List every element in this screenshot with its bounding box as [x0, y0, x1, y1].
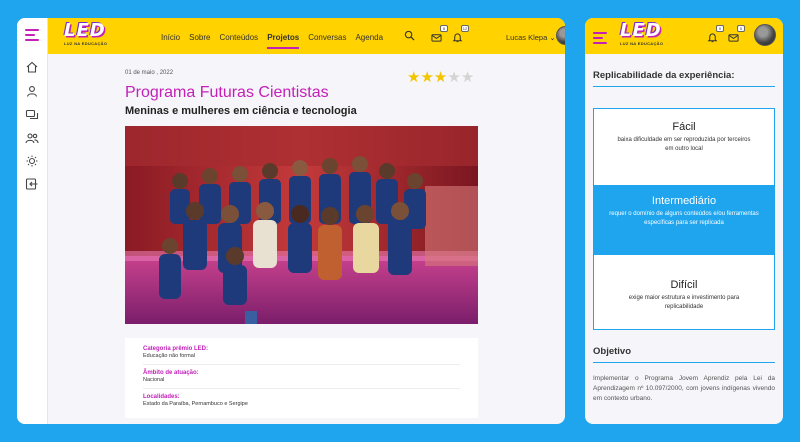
- info-row: Localidades: Estado da Paraíba, Pernambu…: [143, 394, 460, 412]
- main-nav: Início Sobre Conteúdos Projetos Conversa…: [161, 33, 392, 49]
- side-rail: [17, 18, 48, 424]
- info-value: Educação não formal: [143, 353, 195, 359]
- messages-button[interactable]: 5: [431, 25, 448, 42]
- menu-icon[interactable]: [25, 29, 39, 44]
- option-dificil[interactable]: Difícil exige maior estrutura e investim…: [594, 279, 774, 312]
- objective-heading: Objetivo: [593, 346, 632, 357]
- star-icon[interactable]: ★: [420, 69, 433, 86]
- info-value: Nacional: [143, 377, 165, 383]
- led-logo[interactable]: LED LUZ NA EDUCAÇÃO: [64, 22, 107, 47]
- nav-inicio[interactable]: Início: [161, 33, 180, 49]
- article: 01 de maio , 2022 ★★★★★ Programa Futuras…: [125, 68, 480, 418]
- avatar[interactable]: [556, 26, 565, 45]
- search-icon[interactable]: [404, 30, 415, 41]
- info-value: Estado da Paraíba, Pernambuco e Sergipe: [143, 401, 248, 407]
- home-icon[interactable]: [25, 60, 39, 74]
- nav-conversas[interactable]: Conversas: [308, 33, 346, 49]
- notifications-button[interactable]: 0: [707, 25, 724, 43]
- top-navbar: LED LUZ NA EDUCAÇÃO Início Sobre Conteúd…: [48, 18, 565, 54]
- info-card: Categoria prêmio LED: Educação não forma…: [125, 338, 478, 418]
- star-icon[interactable]: ★: [407, 69, 420, 86]
- group-icon[interactable]: [25, 131, 39, 145]
- notifications-badge: 12: [461, 25, 469, 32]
- option-title: Fácil: [672, 121, 696, 133]
- bell-icon: [707, 33, 718, 43]
- option-desc: baixa dificuldade em ser reproduzida por…: [617, 137, 751, 152]
- lightbulb-icon[interactable]: [25, 154, 39, 168]
- option-intermediario[interactable]: Intermediário requer o domínio de alguns…: [594, 185, 774, 255]
- led-logo[interactable]: LED LUZ NA EDUCAÇÃO: [620, 22, 663, 47]
- user-icon[interactable]: [25, 84, 39, 98]
- avatar[interactable]: [754, 24, 776, 46]
- info-label: Localidades:: [143, 394, 180, 400]
- nav-sobre[interactable]: Sobre: [189, 33, 210, 49]
- replicability-heading: Replicabilidade da experiência:: [593, 70, 735, 81]
- nav-conteudos[interactable]: Conteúdos: [219, 33, 258, 49]
- mobile-window: LED LUZ NA EDUCAÇÃO 0 0 Replicabilidade …: [585, 18, 783, 424]
- option-desc: exige maior estrutura e investimento par…: [628, 295, 740, 310]
- nav-agenda[interactable]: Agenda: [355, 33, 383, 49]
- mail-icon: [431, 34, 442, 42]
- mobile-top-navbar: LED LUZ NA EDUCAÇÃO 0 0: [585, 18, 783, 54]
- info-label: Âmbito de atuação:: [143, 370, 199, 376]
- logout-icon[interactable]: [25, 177, 39, 191]
- rating-stars[interactable]: ★★★★★: [407, 68, 474, 86]
- option-title: Intermediário: [651, 195, 717, 207]
- notifications-badge: 0: [716, 25, 724, 32]
- mail-icon: [728, 34, 739, 42]
- replicability-options: Fácil baixa dificuldade em ser reproduzi…: [593, 108, 775, 330]
- menu-icon[interactable]: [593, 32, 607, 47]
- objective-text: Implementar o Programa Jovem Aprendiz pe…: [593, 375, 775, 402]
- star-icon[interactable]: ★: [434, 69, 447, 86]
- option-desc: requer o domínio de alguns conteúdos e/o…: [609, 211, 759, 226]
- bell-icon: [452, 33, 463, 43]
- page-title: Programa Futuras Cientistas: [125, 84, 329, 101]
- chat-icon[interactable]: [25, 108, 39, 122]
- info-row: Âmbito de atuação: Nacional: [143, 370, 460, 389]
- group-photo: [125, 126, 478, 324]
- messages-badge: 5: [440, 25, 448, 32]
- page-subtitle: Meninas e mulheres em ciência e tecnolog…: [125, 105, 357, 117]
- info-row: Categoria prêmio LED: Educação não forma…: [143, 346, 460, 365]
- user-name: Lucas Klepa: [506, 33, 548, 42]
- divider: [593, 86, 775, 87]
- chevron-down-icon: ⌄: [549, 33, 556, 42]
- star-icon[interactable]: ★: [461, 69, 474, 86]
- user-menu[interactable]: Lucas Klepa ⌄: [506, 33, 556, 42]
- option-title: Difícil: [670, 279, 698, 291]
- notifications-button[interactable]: 12: [452, 25, 469, 43]
- divider: [593, 362, 775, 363]
- option-facil[interactable]: Fácil baixa dificuldade em ser reproduzi…: [594, 121, 774, 154]
- info-label: Categoria prêmio LED:: [143, 346, 209, 352]
- desktop-window: LED LUZ NA EDUCAÇÃO Início Sobre Conteúd…: [17, 18, 565, 424]
- messages-badge: 0: [737, 25, 745, 32]
- star-icon[interactable]: ★: [447, 69, 460, 86]
- messages-button[interactable]: 0: [728, 25, 745, 42]
- nav-projetos[interactable]: Projetos: [267, 33, 300, 49]
